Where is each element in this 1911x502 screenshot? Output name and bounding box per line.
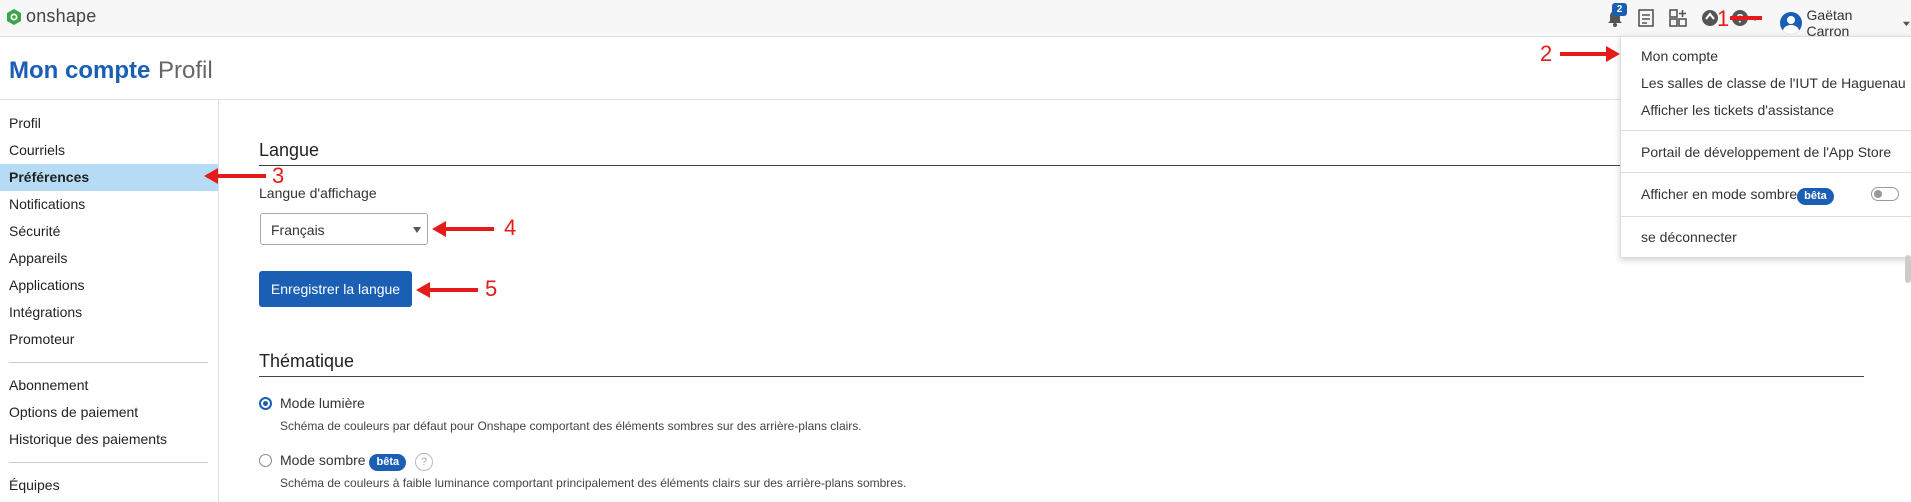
sidebar-item-label: Options de paiement — [9, 404, 139, 420]
annotation-arrow-3 — [216, 174, 266, 178]
menu-item-mode-sombre[interactable]: Afficher en mode sombre bêta — [1641, 186, 1834, 205]
account-dropdown-menu: Mon compte Les salles de classe de l'IUT… — [1620, 36, 1911, 258]
sidebar-divider — [9, 462, 208, 463]
help-icon[interactable]: ? — [415, 453, 433, 471]
chevron-down-icon — [1903, 21, 1911, 26]
language-select-value: Français — [271, 222, 325, 238]
user-avatar-icon — [1780, 12, 1802, 34]
sidebar-item-notifications[interactable]: Notifications — [0, 191, 218, 218]
sidebar-item-securite[interactable]: Sécurité — [0, 218, 218, 245]
sidebar-item-historique-paiements[interactable]: Historique des paiements — [0, 426, 218, 453]
sidebar-item-label: Sécurité — [9, 223, 61, 239]
sidebar-item-label: Notifications — [9, 196, 86, 212]
theme-section-divider — [259, 376, 1864, 377]
onshape-logo[interactable]: onshape — [6, 6, 96, 27]
dark-mode-description: Schéma de couleurs à faible luminance co… — [280, 476, 907, 490]
sidebar: Profil Courriels Préférences Notificatio… — [0, 100, 219, 502]
sidebar-item-courriels[interactable]: Courriels — [0, 137, 218, 164]
menu-item-portail-app-store[interactable]: Portail de développement de l'App Store — [1641, 144, 1891, 160]
user-menu[interactable]: Gaëtan Carron — [1780, 7, 1911, 39]
sidebar-item-appareils[interactable]: Appareils — [0, 245, 218, 272]
sidebar-item-applications[interactable]: Applications — [0, 272, 218, 299]
sidebar-item-label: Appareils — [9, 250, 68, 266]
annotation-3: 3 — [272, 163, 285, 188]
app-store-icon[interactable] — [1668, 8, 1688, 28]
light-mode-radio[interactable] — [259, 397, 272, 410]
sidebar-item-integrations[interactable]: Intégrations — [0, 299, 218, 326]
top-bar: onshape 2 ? Gaëtan Carron — [0, 0, 1911, 39]
sidebar-item-options-paiement[interactable]: Options de paiement — [0, 399, 218, 426]
menu-divider — [1621, 130, 1911, 131]
sidebar-item-label: Équipes — [9, 477, 60, 493]
light-mode-description: Schéma de couleurs par défaut pour Onsha… — [280, 419, 862, 433]
sidebar-item-label: Profil — [9, 115, 41, 131]
sidebar-item-label: Historique des paiements — [9, 431, 167, 447]
dark-mode-option: Mode sombre bêta ? — [280, 452, 433, 471]
sidebar-item-label: Promoteur — [9, 331, 75, 347]
tasks-icon[interactable] — [1636, 8, 1656, 28]
annotation-arrow-5 — [428, 288, 478, 292]
annotation-5: 5 — [485, 276, 498, 301]
language-select[interactable]: Français — [260, 213, 428, 245]
menu-item-mode-sombre-label: Afficher en mode sombre — [1641, 186, 1798, 202]
sidebar-item-label: Abonnement — [9, 377, 89, 393]
sidebar-item-profil[interactable]: Profil — [0, 110, 218, 137]
onshape-logo-icon — [7, 8, 21, 25]
notification-count-badge: 2 — [1612, 3, 1627, 16]
dark-mode-toggle[interactable] — [1871, 187, 1899, 201]
language-section-title: Langue — [259, 140, 320, 160]
annotation-arrow-2-head — [1606, 46, 1620, 62]
light-mode-label[interactable]: Mode lumière — [280, 395, 365, 411]
sidebar-item-label: Intégrations — [9, 304, 83, 320]
annotation-arrow-2 — [1560, 52, 1608, 56]
sidebar-item-equipes[interactable]: Équipes — [0, 472, 218, 499]
sidebar-divider — [9, 362, 208, 363]
page-subtitle: Profil — [158, 57, 213, 84]
sidebar-item-label: Préférences — [9, 169, 90, 185]
sidebar-item-abonnement[interactable]: Abonnement — [0, 372, 218, 399]
chevron-down-icon — [413, 227, 421, 233]
menu-divider — [1621, 172, 1911, 173]
save-language-button[interactable]: Enregistrer la langue — [259, 271, 412, 307]
menu-item-tickets-assistance[interactable]: Afficher les tickets d'assistance — [1641, 102, 1834, 118]
sidebar-item-preferences[interactable]: Préférences — [0, 164, 218, 191]
sidebar-item-label: Applications — [9, 277, 85, 293]
menu-divider — [1621, 216, 1911, 217]
theme-section-title: Thématique — [259, 351, 355, 371]
user-name: Gaëtan Carron — [1806, 7, 1853, 39]
page-title: Mon compte — [9, 57, 151, 84]
annotation-1: 1 — [1717, 6, 1730, 31]
dark-mode-label[interactable]: Mode sombre — [280, 452, 366, 468]
annotation-4: 4 — [504, 215, 517, 240]
menu-item-mon-compte[interactable]: Mon compte — [1641, 48, 1718, 64]
dark-mode-radio[interactable] — [259, 454, 272, 467]
beta-badge: bêta — [1797, 188, 1834, 205]
beta-badge: bêta — [369, 454, 407, 471]
app-name: onshape — [26, 6, 97, 26]
annotation-arrow-1 — [1730, 16, 1762, 20]
sidebar-item-promoteur[interactable]: Promoteur — [0, 326, 218, 353]
annotation-arrow-4 — [444, 227, 494, 231]
sidebar-item-label: Courriels — [9, 142, 66, 158]
menu-item-deconnecter[interactable]: se déconnecter — [1641, 229, 1737, 245]
scrollbar-thumb[interactable] — [1905, 255, 1911, 283]
menu-item-salles-de-classe[interactable]: Les salles de classe de l'IUT de Haguena… — [1641, 75, 1906, 91]
annotation-2: 2 — [1540, 41, 1553, 66]
